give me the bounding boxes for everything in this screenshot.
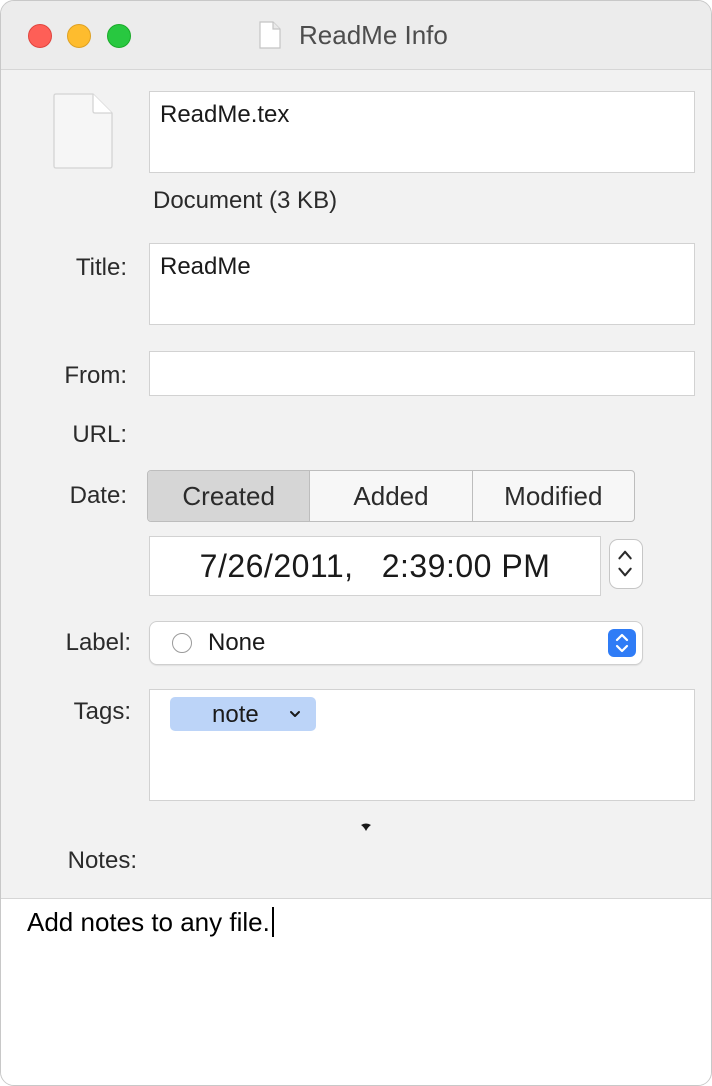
window-title: ReadMe Info: [299, 19, 448, 50]
title-field[interactable]: ReadMe: [149, 243, 695, 325]
date-type-segmented-control: Created Added Modified: [147, 470, 635, 522]
chevron-down-icon[interactable]: [288, 707, 302, 721]
window-title-group: ReadMe Info: [259, 17, 448, 53]
document-icon: [259, 21, 281, 49]
tag-name: note: [212, 701, 259, 728]
up-down-chevron-icon: [618, 550, 632, 577]
segment-modified[interactable]: Modified: [473, 471, 634, 521]
popup-arrows-button[interactable]: [608, 629, 636, 657]
file-kind: Document (3 KB): [153, 187, 338, 214]
tag-chip[interactable]: note: [170, 697, 316, 731]
label-label: Label:: [65, 629, 131, 656]
up-down-chevron-icon: [615, 633, 629, 653]
segment-added[interactable]: Added: [310, 471, 473, 521]
notes-text-area[interactable]: Add notes to any file.: [1, 898, 711, 1085]
date-value-field[interactable]: 7/26/2011, 2:39:00 PM: [149, 536, 601, 596]
text-caret: [271, 907, 274, 937]
notes-text: Add notes to any file.: [27, 907, 270, 937]
info-window: ReadMe Info ReadMe.tex Document (3 KB) T…: [0, 0, 712, 1086]
tags-field[interactable]: note: [149, 689, 695, 801]
mouse-cursor-icon: [361, 823, 371, 831]
notes-label: Notes:: [67, 847, 137, 874]
minimize-button[interactable]: [67, 24, 91, 48]
notes-content: Add notes to any file.: [27, 907, 274, 938]
title-bar: ReadMe Info: [1, 1, 711, 70]
from-field[interactable]: [149, 351, 695, 396]
title-label: Title:: [75, 254, 127, 281]
date-label: Date:: [69, 482, 127, 509]
from-label: From:: [64, 362, 127, 389]
file-name-field[interactable]: ReadMe.tex: [149, 91, 695, 173]
circle-icon: [172, 633, 192, 653]
file-name-text: ReadMe.tex: [160, 101, 290, 128]
title-field-text: ReadMe: [160, 253, 251, 280]
label-popup-value: None: [208, 629, 266, 656]
date-value-text: 7/26/2011, 2:39:00 PM: [199, 547, 551, 584]
label-popup-button[interactable]: None: [149, 621, 643, 665]
close-button[interactable]: [28, 24, 52, 48]
file-preview-icon: [53, 93, 113, 169]
url-label: URL:: [72, 421, 127, 448]
tags-label: Tags:: [73, 698, 131, 725]
date-stepper[interactable]: [609, 539, 643, 589]
segment-created[interactable]: Created: [148, 471, 311, 521]
maximize-button[interactable]: [107, 24, 131, 48]
